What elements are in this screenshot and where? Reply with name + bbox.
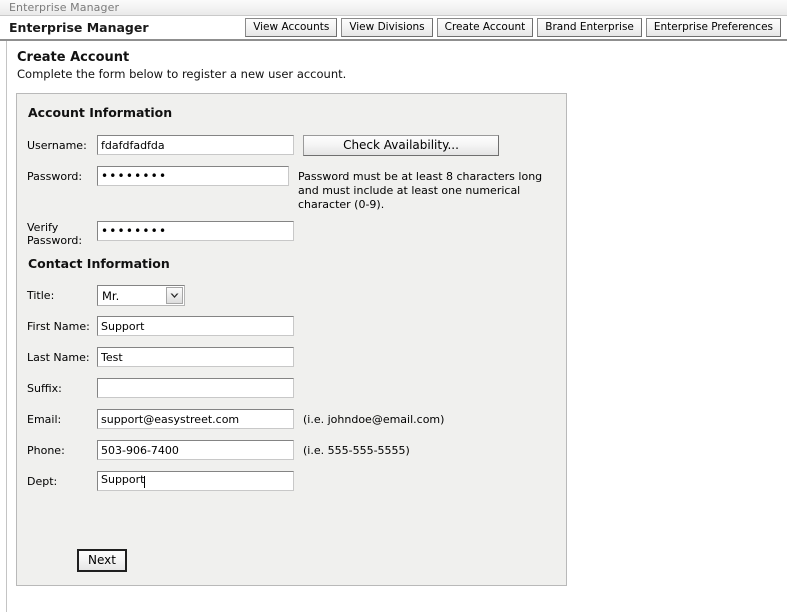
field-row-username: Username: Check Availability... [27,135,556,157]
last-name-label: Last Name: [27,351,90,364]
title-select[interactable]: Mr. [97,285,185,306]
field-row-suffix: Suffix: [27,378,556,400]
page-body: Create Account Complete the form below t… [6,41,787,612]
field-row-phone: Phone: (i.e. 555-555-5555) [27,440,556,462]
primary-navigation: View Accounts View Divisions Create Acco… [245,18,781,37]
section-title-account-information: Account Information [28,105,173,120]
verify-password-label: Verify Password: [27,221,97,247]
suffix-input[interactable] [97,378,294,398]
phone-input[interactable] [97,440,294,460]
form-fields-container: Account Information Username: Check Avai… [17,105,566,493]
verify-password-input[interactable] [97,221,294,241]
field-row-title: Title: Mr. [27,285,556,307]
text-caret [144,476,146,488]
nav-button-view-accounts[interactable]: View Accounts [245,18,338,37]
app-title: Enterprise Manager [9,20,149,35]
password-requirements-hint: Password must be at least 8 characters l… [298,170,543,211]
dept-input[interactable]: Support [97,471,294,491]
field-row-dept: Dept: Support [27,471,556,493]
next-button[interactable]: Next [77,549,127,572]
last-name-input[interactable] [97,347,294,367]
suffix-label: Suffix: [27,382,62,395]
nav-button-view-divisions[interactable]: View Divisions [341,18,433,37]
verify-password-label-line2: Password: [27,234,83,247]
dept-label: Dept: [27,475,58,488]
app-header: Enterprise Manager View Accounts View Di… [0,16,787,41]
window-titlebar: Enterprise Manager [0,0,787,16]
title-label: Title: [27,289,55,302]
email-input[interactable] [97,409,294,429]
nav-button-create-account[interactable]: Create Account [436,18,534,37]
create-account-form-panel: Account Information Username: Check Avai… [16,93,567,586]
page-title: Create Account [17,50,130,65]
password-input[interactable] [97,166,289,186]
section-title-contact-information: Contact Information [28,256,170,271]
verify-password-label-line1: Verify [27,221,59,234]
username-input[interactable] [97,135,294,155]
nav-button-enterprise-preferences[interactable]: Enterprise Preferences [645,18,781,37]
title-select-value: Mr. [102,288,120,303]
field-row-email: Email: (i.e. johndoe@email.com) [27,409,556,431]
field-row-last-name: Last Name: [27,347,556,369]
username-label: Username: [27,139,87,152]
window-title: Enterprise Manager [9,1,120,14]
field-row-verify-password: Verify Password: [27,221,556,247]
first-name-label: First Name: [27,320,90,333]
form-actions: Next [77,549,127,572]
page-subtitle: Complete the form below to register a ne… [17,67,347,81]
first-name-input[interactable] [97,316,294,336]
email-label: Email: [27,413,62,426]
dept-input-value: Support [101,473,145,486]
check-availability-button[interactable]: Check Availability... [303,135,499,156]
nav-button-brand-enterprise[interactable]: Brand Enterprise [537,18,642,37]
email-format-hint: (i.e. johndoe@email.com) [303,413,445,426]
phone-format-hint: (i.e. 555-555-5555) [303,444,410,457]
field-row-first-name: First Name: [27,316,556,338]
chevron-down-icon [166,287,183,304]
field-row-password: Password: Password must be at least 8 ch… [27,166,556,212]
phone-label: Phone: [27,444,65,457]
password-label: Password: [27,170,83,183]
